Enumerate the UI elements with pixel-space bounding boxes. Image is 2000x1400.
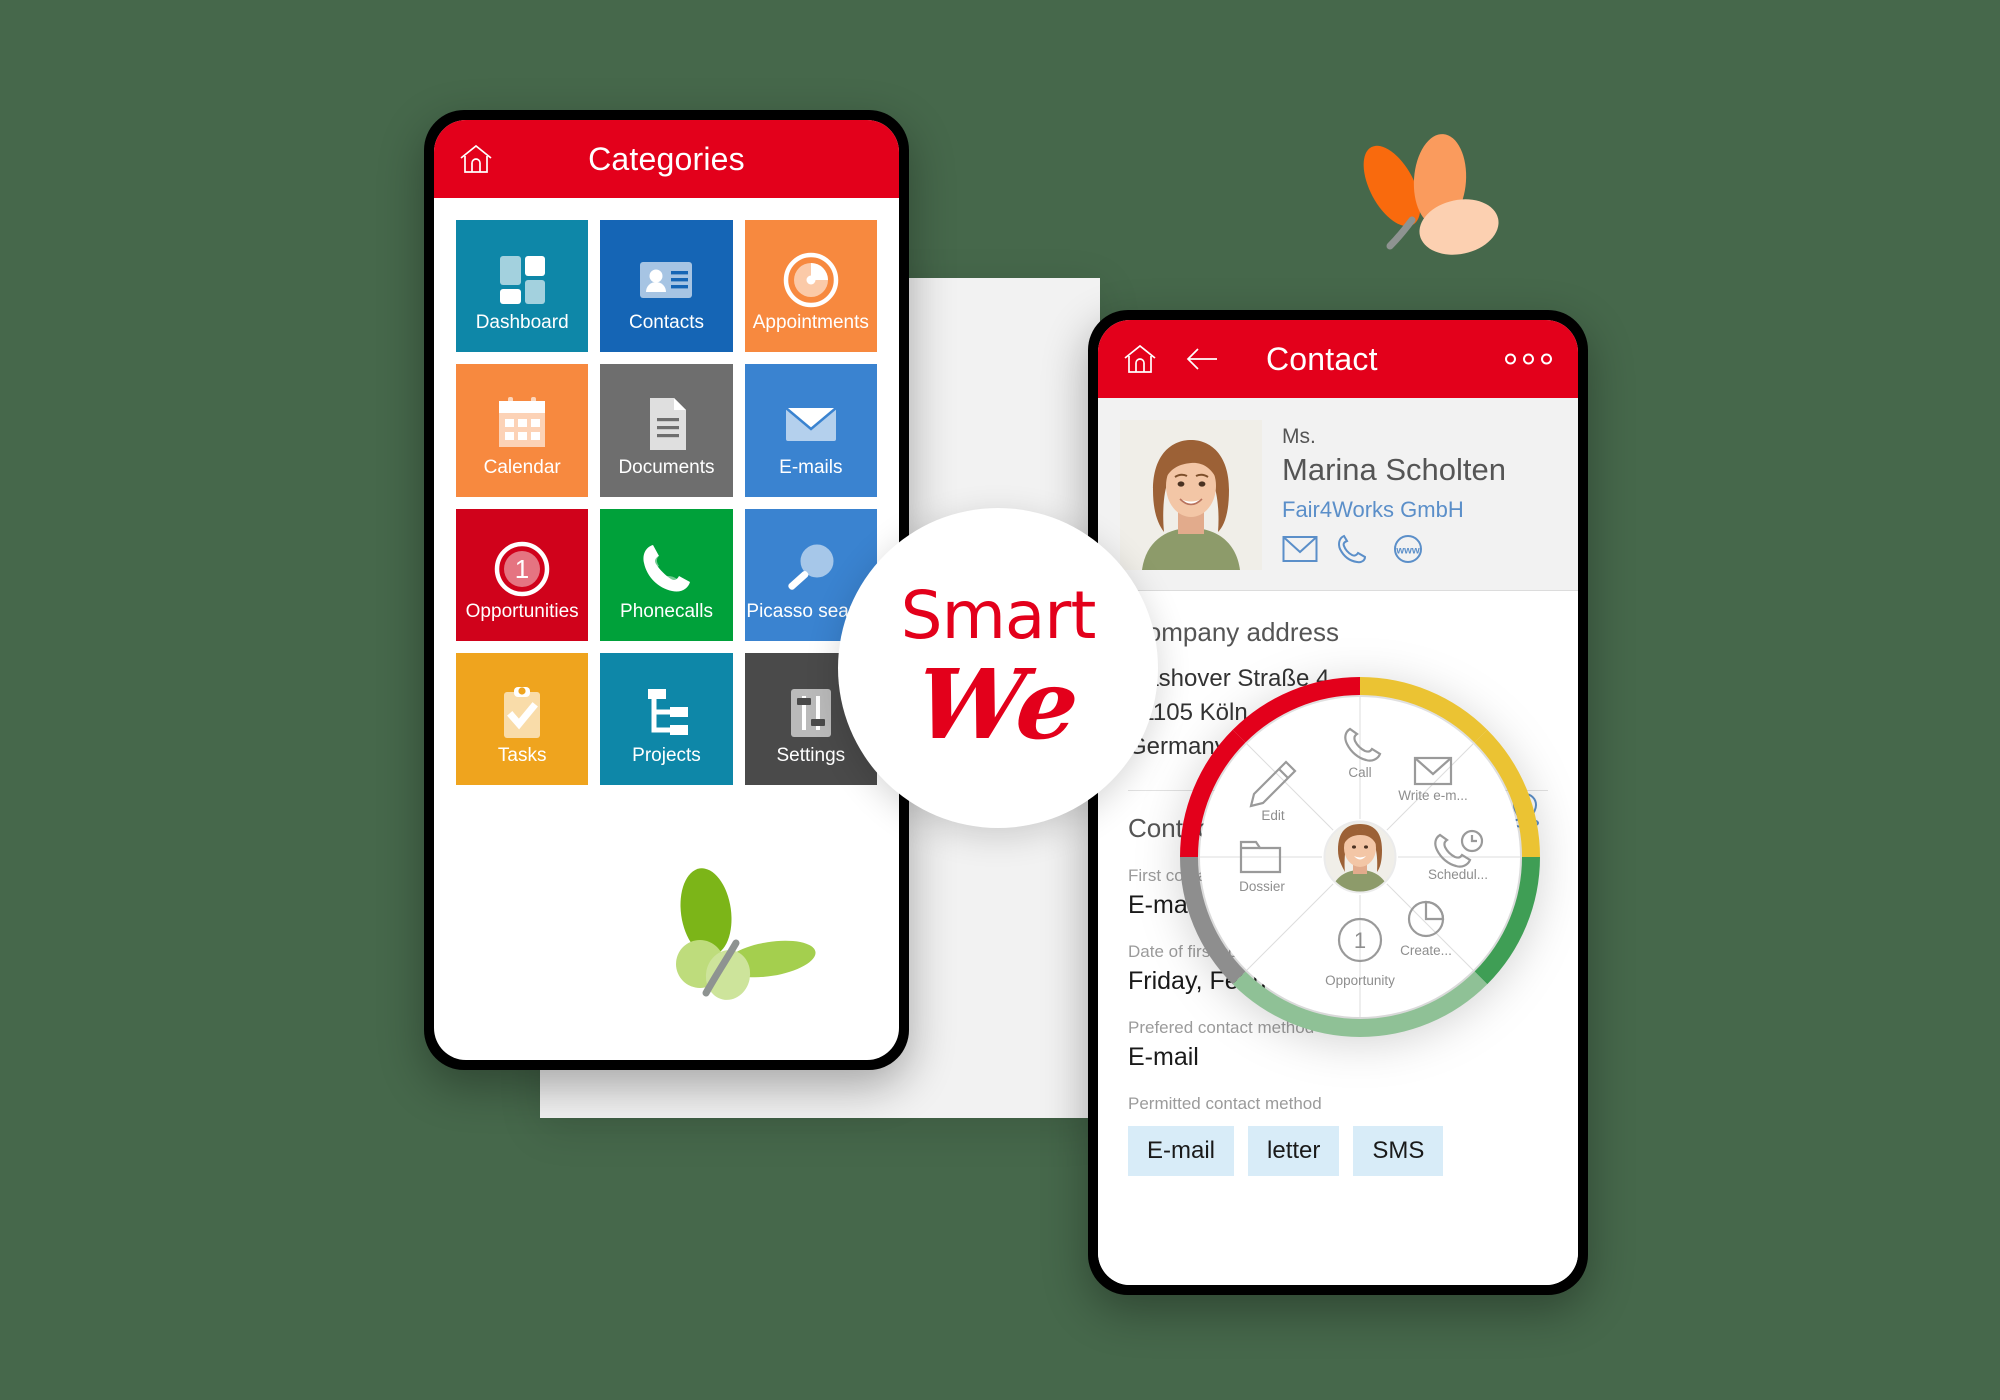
- contact-name: Marina Scholten: [1282, 452, 1507, 488]
- chip-letter[interactable]: letter: [1248, 1126, 1340, 1177]
- tile-documents[interactable]: Documents: [600, 364, 733, 497]
- wheel-label-dossier: Dossier: [1239, 879, 1285, 894]
- chip-sms[interactable]: SMS: [1353, 1126, 1444, 1177]
- smartwe-logo: Smart We: [838, 508, 1158, 828]
- tile-label: Dashboard: [475, 312, 569, 334]
- email-icon[interactable]: [1282, 534, 1318, 564]
- contact-appbar: Contact: [1098, 320, 1578, 398]
- tile-label: Calendar: [483, 456, 561, 478]
- logo-text-smart: Smart: [900, 577, 1097, 654]
- tile-calendar[interactable]: Calendar: [456, 364, 589, 497]
- tile-phonecalls[interactable]: Phonecalls: [600, 508, 733, 641]
- wheel-badge-opportunity-count: 1: [1354, 928, 1366, 953]
- wheel-label-call: Call: [1348, 765, 1371, 780]
- avatar: [1120, 420, 1262, 570]
- section-title-address: Company address: [1128, 617, 1339, 647]
- dashboard-icon: [492, 250, 552, 310]
- sliders-icon: [781, 683, 841, 743]
- phone-icon[interactable]: [1336, 534, 1372, 564]
- categories-appbar: Categories: [434, 120, 899, 198]
- contact-quick-actions: www: [1282, 534, 1506, 564]
- tile-label: Documents: [618, 456, 715, 478]
- home-icon[interactable]: [1120, 339, 1160, 379]
- tile-tasks[interactable]: Tasks: [456, 652, 589, 786]
- tile-appointments[interactable]: Appointments: [744, 220, 877, 353]
- chip-email[interactable]: E-mail: [1128, 1126, 1235, 1177]
- page-title: Contact: [1266, 340, 1378, 377]
- contact-company-link[interactable]: Fair4Works GmbH: [1282, 493, 1506, 526]
- document-icon: [636, 394, 696, 454]
- svg-text:www: www: [1395, 545, 1420, 556]
- tile-label: Appointments: [752, 312, 869, 334]
- clipboard-check-icon: [492, 683, 552, 743]
- butterfly-green-icon: [650, 865, 825, 1005]
- more-options-icon[interactable]: [1505, 353, 1552, 365]
- back-arrow-icon[interactable]: [1182, 339, 1222, 379]
- categories-tile-grid: Dashboard Contacts Appointments Calendar…: [434, 198, 899, 786]
- permitted-contact-chips: E-mail letter SMS: [1128, 1126, 1548, 1177]
- opportunity-icon: 1: [492, 539, 552, 599]
- contact-salutation: Ms.: [1282, 425, 1316, 448]
- tile-label: Projects: [632, 745, 701, 767]
- tile-label: E-mails: [779, 456, 843, 478]
- radial-action-wheel[interactable]: Call Write e-m... Schedul... Create... 1…: [1175, 672, 1545, 1042]
- tile-label: Opportunities: [465, 600, 579, 622]
- field-label-permitted-contact-method: Permitted contact method: [1128, 1094, 1322, 1114]
- tile-contacts[interactable]: Contacts: [600, 220, 733, 353]
- clock-pie-icon: [781, 250, 841, 310]
- calendar-icon: [492, 394, 552, 454]
- wheel-label-opportunity: Opportunity: [1325, 973, 1395, 988]
- magnifier-icon: [781, 539, 841, 599]
- contact-meta: Ms. Marina Scholten Fair4Works GmbH www: [1282, 420, 1506, 570]
- butterfly-orange-icon: [1340, 128, 1515, 268]
- tile-projects[interactable]: Projects: [600, 652, 733, 786]
- svg-text:1: 1: [515, 554, 529, 584]
- wheel-label-write-email: Write e-m...: [1398, 788, 1468, 803]
- tile-emails[interactable]: E-mails: [744, 364, 877, 497]
- wheel-label-edit: Edit: [1261, 808, 1285, 823]
- www-icon[interactable]: www: [1390, 534, 1426, 564]
- tile-opportunities[interactable]: 1 Opportunities: [456, 508, 589, 641]
- wheel-label-create: Create...: [1400, 943, 1452, 958]
- contact-card-icon: [636, 250, 696, 310]
- tile-label: Phonecalls: [620, 600, 713, 622]
- contact-header: Ms. Marina Scholten Fair4Works GmbH www: [1098, 398, 1578, 591]
- phone-icon: [636, 539, 696, 599]
- envelope-icon: [781, 394, 841, 454]
- project-tree-icon: [636, 683, 696, 743]
- tile-label: Contacts: [629, 312, 704, 334]
- field-value-prefered-contact-method: E-mail: [1128, 1043, 1199, 1072]
- page-title: Categories: [588, 140, 745, 177]
- logo-text-we: We: [911, 648, 1085, 761]
- tile-label: Tasks: [497, 745, 547, 767]
- tile-dashboard[interactable]: Dashboard: [456, 220, 589, 353]
- wheel-label-schedule: Schedul...: [1428, 867, 1488, 882]
- tile-label: Settings: [776, 745, 846, 767]
